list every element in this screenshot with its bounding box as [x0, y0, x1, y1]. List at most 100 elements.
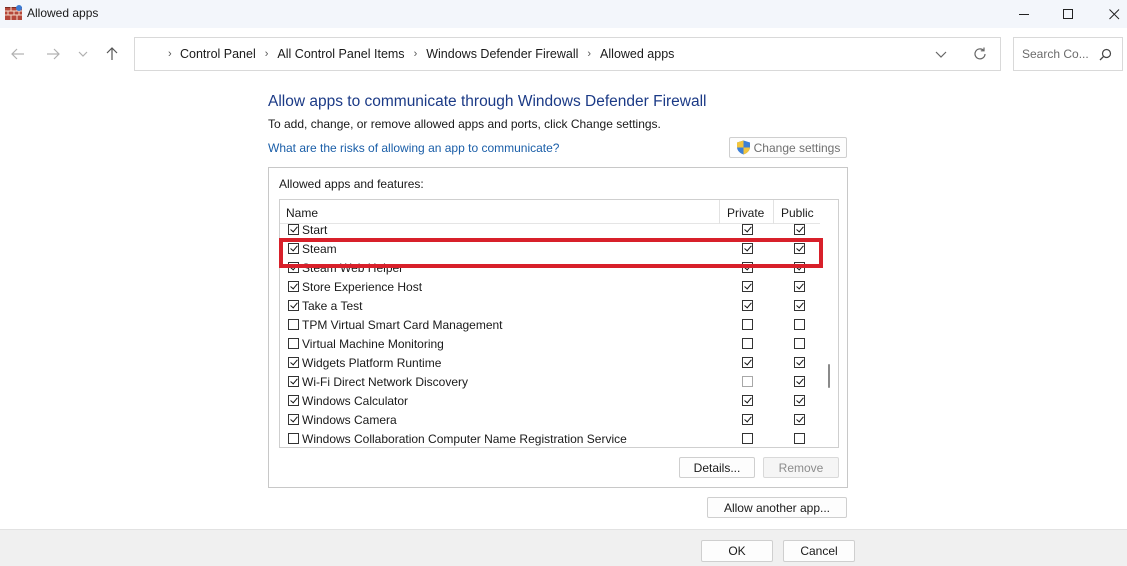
private-checkbox[interactable]: [742, 433, 753, 444]
public-checkbox[interactable]: [794, 395, 805, 406]
public-checkbox[interactable]: [794, 376, 805, 387]
public-checkbox[interactable]: [794, 433, 805, 444]
forward-button[interactable]: [41, 42, 65, 66]
private-checkbox[interactable]: [742, 224, 753, 235]
allowed-apps-window: Allowed apps › Control Panel › All Contr…: [0, 0, 1127, 566]
public-checkbox[interactable]: [794, 338, 805, 349]
apps-list[interactable]: Name Private Public Start Steam Steam We…: [279, 199, 839, 448]
breadcrumb-firewall[interactable]: Windows Defender Firewall: [426, 47, 578, 61]
app-name: Widgets Platform Runtime: [302, 356, 442, 370]
app-name: Take a Test: [302, 299, 363, 313]
enabled-checkbox[interactable]: [288, 338, 299, 349]
private-checkbox[interactable]: [742, 414, 753, 425]
page-subtitle: To add, change, or remove allowed apps a…: [268, 117, 661, 131]
column-header-private[interactable]: Private: [727, 206, 764, 220]
back-button[interactable]: [6, 42, 30, 66]
firewall-icon: [5, 5, 22, 20]
breadcrumb: Control Panel › All Control Panel Items …: [180, 47, 674, 61]
breadcrumb-control-panel[interactable]: Control Panel: [180, 47, 256, 61]
enabled-checkbox[interactable]: [288, 319, 299, 330]
ok-button[interactable]: OK: [701, 540, 773, 562]
breadcrumb-all-items[interactable]: All Control Panel Items: [277, 47, 404, 61]
chevron-down-icon: [78, 51, 88, 57]
breadcrumb-root-chevron-icon[interactable]: ›: [168, 48, 172, 60]
uac-shield-icon: [736, 140, 750, 155]
minimize-icon: [1018, 13, 1029, 15]
public-checkbox[interactable]: [794, 319, 805, 330]
app-name: TPM Virtual Smart Card Management: [302, 318, 503, 332]
details-button[interactable]: Details...: [679, 457, 755, 478]
change-settings-button[interactable]: Change settings: [729, 137, 847, 158]
up-button[interactable]: [100, 42, 124, 66]
close-button[interactable]: [1091, 0, 1127, 28]
app-name: Wi-Fi Direct Network Discovery: [302, 375, 469, 389]
window-title: Allowed apps: [27, 6, 99, 20]
breadcrumb-allowed-apps[interactable]: Allowed apps: [600, 47, 674, 61]
enabled-checkbox[interactable]: [288, 433, 299, 444]
app-name: Virtual Machine Monitoring: [302, 337, 444, 351]
public-checkbox[interactable]: [794, 300, 805, 311]
dialog-footer: OK Cancel: [0, 529, 1127, 566]
enabled-checkbox[interactable]: [288, 414, 299, 425]
private-checkbox[interactable]: [742, 338, 753, 349]
list-scrollbar-thumb[interactable]: [828, 364, 830, 388]
table-row[interactable]: Windows Camera: [280, 411, 821, 430]
app-name: Windows Collaboration Computer Name Regi…: [302, 432, 627, 446]
page-title: Allow apps to communicate through Window…: [268, 93, 707, 110]
table-row[interactable]: Store Experience Host: [280, 278, 821, 297]
minimize-button[interactable]: [1001, 0, 1047, 28]
search-input[interactable]: Search Co...: [1022, 47, 1100, 61]
table-row[interactable]: Windows Collaboration Computer Name Regi…: [280, 430, 821, 447]
refresh-icon[interactable]: [972, 46, 988, 62]
breadcrumb-separator-icon[interactable]: ›: [587, 48, 591, 60]
group-label: Allowed apps and features:: [279, 177, 424, 191]
table-row[interactable]: Wi-Fi Direct Network Discovery: [280, 373, 821, 392]
breadcrumb-separator-icon[interactable]: ›: [265, 48, 269, 60]
private-checkbox[interactable]: [742, 395, 753, 406]
public-checkbox[interactable]: [794, 224, 805, 235]
arrow-up-icon: [106, 47, 118, 60]
enabled-checkbox[interactable]: [288, 300, 299, 311]
private-checkbox[interactable]: [742, 300, 753, 311]
page-scrollbar[interactable]: [1119, 81, 1127, 529]
private-checkbox[interactable]: [742, 357, 753, 368]
table-row[interactable]: Take a Test: [280, 297, 821, 316]
enabled-checkbox[interactable]: [288, 395, 299, 406]
app-name: Start: [302, 223, 328, 237]
table-row[interactable]: Virtual Machine Monitoring: [280, 335, 821, 354]
change-settings-label: Change settings: [753, 140, 841, 155]
cancel-button[interactable]: Cancel: [783, 540, 855, 562]
column-header-name[interactable]: Name: [286, 206, 318, 220]
risks-link[interactable]: What are the risks of allowing an app to…: [268, 141, 559, 155]
breadcrumb-separator-icon[interactable]: ›: [414, 48, 418, 60]
search-icon[interactable]: [1099, 48, 1112, 61]
table-row[interactable]: Windows Calculator: [280, 392, 821, 411]
content-area: Allow apps to communicate through Window…: [0, 81, 1127, 529]
private-checkbox[interactable]: [742, 319, 753, 330]
steam-row-highlight: [279, 238, 823, 268]
remove-button[interactable]: Remove: [763, 457, 839, 478]
enabled-checkbox[interactable]: [288, 224, 299, 235]
app-name: Store Experience Host: [302, 280, 423, 294]
arrow-left-icon: [11, 48, 24, 60]
enabled-checkbox[interactable]: [288, 376, 299, 387]
column-header-public[interactable]: Public: [781, 206, 814, 220]
maximize-button[interactable]: [1045, 0, 1091, 28]
allowed-apps-group: Allowed apps and features: Name Private …: [268, 167, 848, 488]
public-checkbox[interactable]: [794, 357, 805, 368]
address-dropdown-icon[interactable]: [934, 47, 948, 61]
private-checkbox[interactable]: [742, 281, 753, 292]
enabled-checkbox[interactable]: [288, 357, 299, 368]
search-box[interactable]: Search Co...: [1013, 37, 1123, 71]
public-checkbox[interactable]: [794, 414, 805, 425]
table-row[interactable]: Widgets Platform Runtime: [280, 354, 821, 373]
table-row[interactable]: TPM Virtual Smart Card Management: [280, 316, 821, 335]
navigation-bar: › Control Panel › All Control Panel Item…: [0, 28, 1127, 81]
enabled-checkbox[interactable]: [288, 281, 299, 292]
recent-locations-button[interactable]: [71, 42, 95, 66]
address-bar[interactable]: › Control Panel › All Control Panel Item…: [134, 37, 1001, 71]
public-checkbox[interactable]: [794, 281, 805, 292]
arrow-right-icon: [47, 48, 60, 60]
allow-another-app-button[interactable]: Allow another app...: [707, 497, 847, 518]
private-checkbox[interactable]: [742, 376, 753, 387]
